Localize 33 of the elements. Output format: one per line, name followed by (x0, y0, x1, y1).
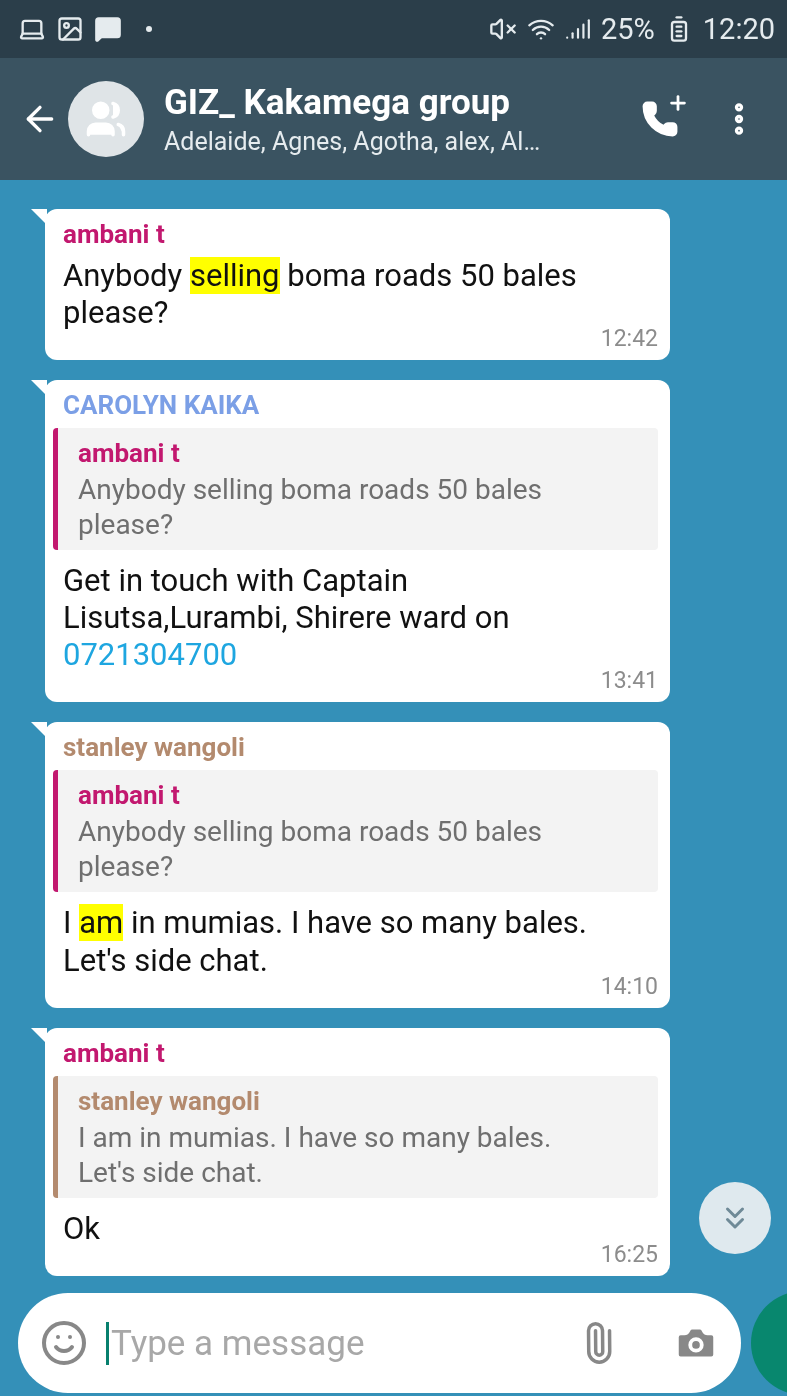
emoji-icon[interactable] (40, 1319, 88, 1367)
phone-link[interactable]: 0721304700 (63, 636, 238, 674)
message-time: 14:10 (600, 972, 658, 1000)
quoted-message[interactable]: ambani t Anybody selling boma roads 50 bales please? (53, 770, 658, 893)
message-time: 16:25 (600, 1241, 658, 1268)
group-members: Adelaide, Agnes, Agotha, alex, Al… (164, 127, 542, 156)
quoted-sender: ambani t (78, 780, 181, 811)
sender-name: CAROLYN KAIKA (63, 389, 261, 420)
quoted-text: Anybody selling boma roads 50 bales please? (78, 814, 543, 885)
chat-icon (94, 15, 122, 43)
dot-icon (146, 26, 152, 32)
message-field[interactable]: Type a message (18, 1293, 741, 1393)
group-title[interactable]: GIZ_ Kakamega group (164, 82, 615, 123)
signal-icon (564, 16, 591, 42)
message-text: I am in mumias. I have so many bales. Let's side chat. (63, 904, 589, 979)
message-time: 13:41 (600, 667, 658, 695)
sender-name: stanley wangoli (63, 732, 246, 763)
image-icon (56, 15, 84, 43)
message-text: Get in touch with Captain Lisutsa,Lurambi, Shirere ward on 0721304700 (63, 561, 511, 674)
clock: 12:20 (702, 12, 775, 46)
sender-name: ambani t (63, 218, 166, 249)
message-time: 12:42 (600, 324, 658, 352)
quoted-text: Anybody selling boma roads 50 bales please? (78, 471, 543, 542)
quoted-text: I am in mumias. I have so many bales. Let's side chat. (78, 1119, 553, 1190)
message-input[interactable]: Type a message (106, 1321, 559, 1365)
sender-name: ambani t (63, 1037, 166, 1068)
message-text: Anybody selling boma roads 50 bales please? (63, 256, 578, 331)
message-text: Ok (63, 1209, 102, 1247)
quoted-sender: stanley wangoli (78, 1085, 261, 1116)
quoted-sender: ambani t (78, 437, 181, 468)
quoted-message[interactable]: stanley wangoli I am in mumias. I have so many bales. Let's side chat. (53, 1075, 658, 1198)
battery-percent: 25% (600, 12, 655, 46)
quoted-message[interactable]: ambani t Anybody selling boma roads 50 bales please? (53, 427, 658, 550)
